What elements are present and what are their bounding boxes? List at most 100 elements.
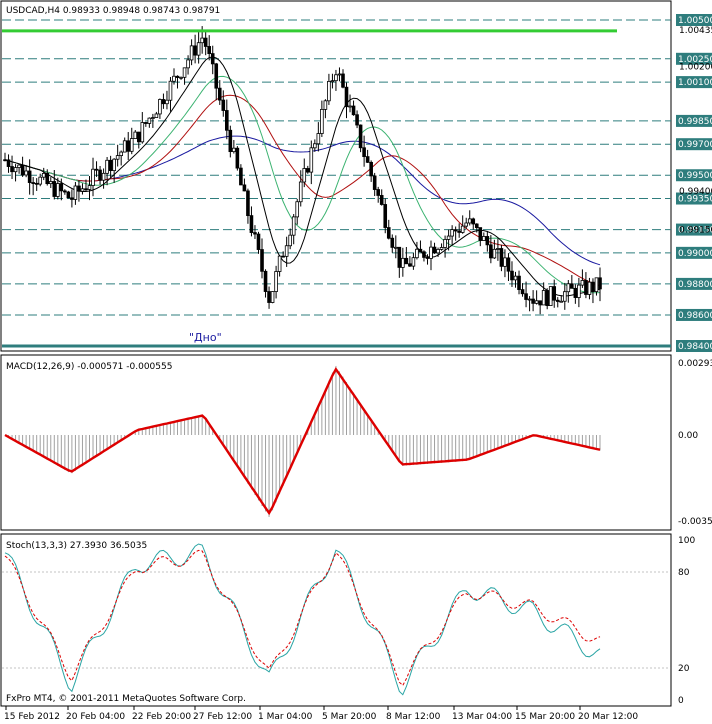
- x-axis-label: 22 Feb 20:00: [132, 712, 191, 722]
- stoch-axis-label: 20: [678, 664, 690, 674]
- candle-body: [545, 290, 549, 306]
- candle-body: [239, 167, 243, 186]
- candle-body: [584, 280, 588, 295]
- candle-body: [80, 188, 85, 192]
- x-axis-label: 15 Feb 2012: [4, 712, 60, 722]
- candle-body: [591, 281, 595, 293]
- candle-body: [10, 166, 14, 173]
- candle-body: [165, 99, 169, 105]
- candle-body: [471, 218, 476, 225]
- candle-body: [520, 289, 525, 295]
- candle-body: [193, 45, 197, 56]
- candle-body: [570, 283, 574, 289]
- candle-body: [263, 270, 268, 292]
- candle-body: [492, 248, 497, 259]
- candle-body: [566, 283, 571, 293]
- price-axis-label: 0.99400: [679, 187, 712, 197]
- stoch-panel-title: Stoch(13,3,3) 27.3930 36.5035: [6, 541, 147, 551]
- chart-window: USDCAD,H4 0.98933 0.98948 0.98743 0.9879…: [0, 0, 712, 724]
- price-annotation: "Дно": [189, 331, 222, 344]
- candle-body: [379, 195, 384, 205]
- stoch-axis-label: 0: [678, 696, 684, 706]
- candle-body: [256, 233, 261, 250]
- candle-body: [284, 245, 289, 257]
- candle-body: [538, 300, 542, 306]
- macd-axis-label: 0.00293: [678, 359, 712, 369]
- price-level-label: 0.99000: [678, 249, 712, 259]
- candle-body: [38, 176, 43, 185]
- price-axis-label: 0.99150: [679, 226, 712, 236]
- candle-body: [105, 159, 109, 174]
- candle-body: [351, 105, 356, 116]
- candle-body: [91, 168, 95, 186]
- candle-body: [253, 232, 257, 235]
- x-axis-label: 27 Feb 12:00: [193, 712, 252, 722]
- candle-body: [70, 197, 74, 200]
- candle-body: [411, 257, 416, 267]
- candle-body: [309, 147, 314, 173]
- stoch-axis-label: 80: [678, 568, 690, 578]
- candle-body: [506, 257, 511, 272]
- candle-body: [510, 270, 514, 281]
- candle-body: [122, 140, 127, 153]
- candle-body: [84, 188, 88, 191]
- candle-body: [59, 183, 64, 192]
- candle-body: [552, 286, 557, 301]
- candle-body: [112, 158, 116, 171]
- candle-body: [418, 248, 423, 253]
- candle-body: [225, 110, 229, 131]
- candle-body: [6, 159, 11, 167]
- candle-body: [548, 286, 553, 306]
- candle-body: [298, 181, 303, 203]
- candle-body: [316, 133, 321, 145]
- candle-body: [228, 129, 233, 153]
- candle-body: [186, 59, 190, 69]
- candle-body: [358, 124, 363, 149]
- candle-body: [446, 235, 451, 240]
- candle-body: [56, 183, 60, 197]
- candle-body: [168, 80, 173, 101]
- price-level-label: 0.98400: [678, 342, 712, 352]
- candle-body: [302, 168, 307, 183]
- candle-body: [334, 74, 338, 82]
- candle-body: [541, 290, 546, 306]
- candle-body: [221, 99, 226, 111]
- candle-body: [408, 263, 412, 267]
- candle-body: [207, 46, 212, 54]
- candle-body: [450, 229, 454, 237]
- candle-body: [144, 122, 148, 124]
- candle-body: [404, 257, 409, 265]
- candle-body: [249, 215, 254, 233]
- copyright-text: FxPro MT4, © 2001-2011 MetaQuotes Softwa…: [6, 694, 246, 704]
- candle-body: [270, 291, 275, 303]
- time-axis-labels: 15 Feb 2012 20 Feb 04:00 22 Feb 20:00 27 Fe…: [4, 706, 638, 722]
- candle-body: [305, 168, 310, 173]
- price-level-label: 0.98600: [678, 311, 712, 321]
- price-axis-label: 1.00200: [679, 63, 712, 73]
- price-level-label: 0.99500: [678, 171, 712, 181]
- candle-body: [179, 76, 183, 79]
- candle-body: [513, 275, 518, 281]
- stoch-axis-label: 100: [678, 536, 695, 546]
- macd-axis-label: -0.00350: [678, 517, 712, 527]
- price-level-label: 0.98800: [678, 280, 712, 290]
- candle-body: [594, 277, 599, 293]
- x-axis-label: 20 Feb 04:00: [66, 712, 125, 722]
- candle-body: [217, 87, 222, 101]
- candle-body: [478, 227, 483, 241]
- candle-body: [31, 182, 35, 184]
- candle-body: [175, 75, 180, 78]
- candle-body: [210, 53, 215, 65]
- candle-body: [499, 248, 504, 267]
- candle-body: [154, 113, 159, 118]
- candle-body: [393, 246, 398, 249]
- candle-body: [369, 161, 373, 177]
- candle-body: [27, 170, 32, 183]
- candle-body: [337, 73, 342, 76]
- candle-body: [196, 42, 201, 56]
- candle-body: [467, 218, 472, 224]
- price-level-label: 1.00500: [678, 16, 712, 26]
- candle-body: [517, 275, 521, 290]
- x-axis-label: 20 Mar 12:00: [578, 712, 638, 722]
- candle-body: [401, 257, 405, 268]
